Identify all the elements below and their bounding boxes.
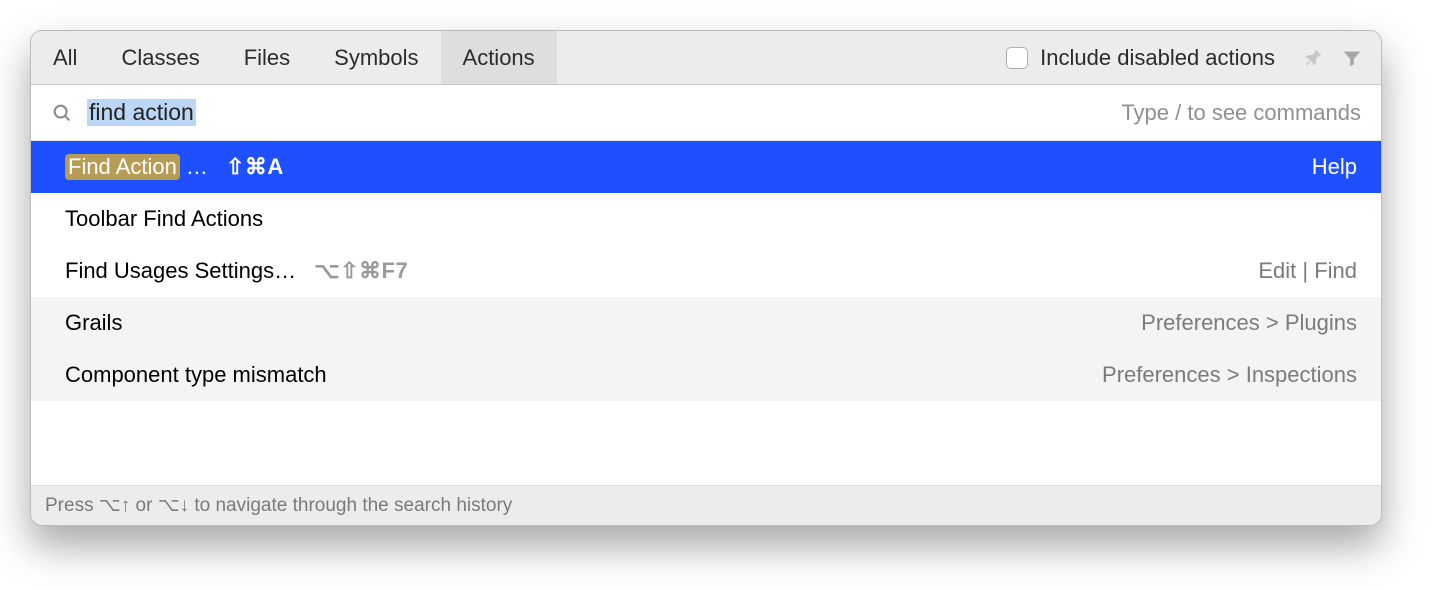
result-location: Help <box>1312 154 1357 180</box>
result-row[interactable]: Component type mismatch Preferences > In… <box>31 349 1381 401</box>
result-row[interactable]: Find Action… ⇧⌘A Help <box>31 141 1381 193</box>
tab-symbols[interactable]: Symbols <box>312 31 440 84</box>
result-label: Grails <box>65 310 122 336</box>
result-row[interactable]: Find Usages Settings… ⌥⇧⌘F7 Edit | Find <box>31 245 1381 297</box>
tabs: All Classes Files Symbols Actions <box>31 31 557 84</box>
search-hint: Type / to see commands <box>1121 100 1361 126</box>
result-label: Component type mismatch <box>65 362 327 388</box>
tab-actions[interactable]: Actions <box>441 31 557 84</box>
result-location: Preferences > Plugins <box>1141 310 1357 336</box>
pin-icon[interactable] <box>1301 45 1327 71</box>
result-label: Toolbar Find Actions <box>65 206 263 232</box>
filter-icon[interactable] <box>1339 45 1365 71</box>
result-row[interactable]: Grails Preferences > Plugins <box>31 297 1381 349</box>
tab-bar: All Classes Files Symbols Actions Includ… <box>31 31 1381 85</box>
result-shortcut: ⇧⌘A <box>226 154 284 180</box>
results-blank <box>31 401 1381 485</box>
toolbar-right: Include disabled actions <box>1006 31 1381 84</box>
include-disabled-checkbox[interactable] <box>1006 47 1028 69</box>
search-icon <box>51 102 73 124</box>
results-list: Find Action… ⇧⌘A Help Toolbar Find Actio… <box>31 141 1381 485</box>
result-label: Find Usages Settings… <box>65 258 296 284</box>
search-everywhere-window: All Classes Files Symbols Actions Includ… <box>30 30 1382 526</box>
result-location: Edit | Find <box>1258 258 1357 284</box>
include-disabled-label[interactable]: Include disabled actions <box>1040 45 1275 71</box>
result-label-highlight: Find Action <box>65 154 180 180</box>
result-row[interactable]: Toolbar Find Actions <box>31 193 1381 245</box>
footer-hint: Press ⌥↑ or ⌥↓ to navigate through the s… <box>31 485 1381 525</box>
result-label: … <box>186 154 208 180</box>
result-shortcut: ⌥⇧⌘F7 <box>314 258 408 284</box>
tab-classes[interactable]: Classes <box>99 31 221 84</box>
result-location: Preferences > Inspections <box>1102 362 1357 388</box>
tab-all[interactable]: All <box>31 31 99 84</box>
search-input[interactable]: find action <box>87 99 196 126</box>
tab-files[interactable]: Files <box>222 31 312 84</box>
search-bar: find action Type / to see commands <box>31 85 1381 141</box>
